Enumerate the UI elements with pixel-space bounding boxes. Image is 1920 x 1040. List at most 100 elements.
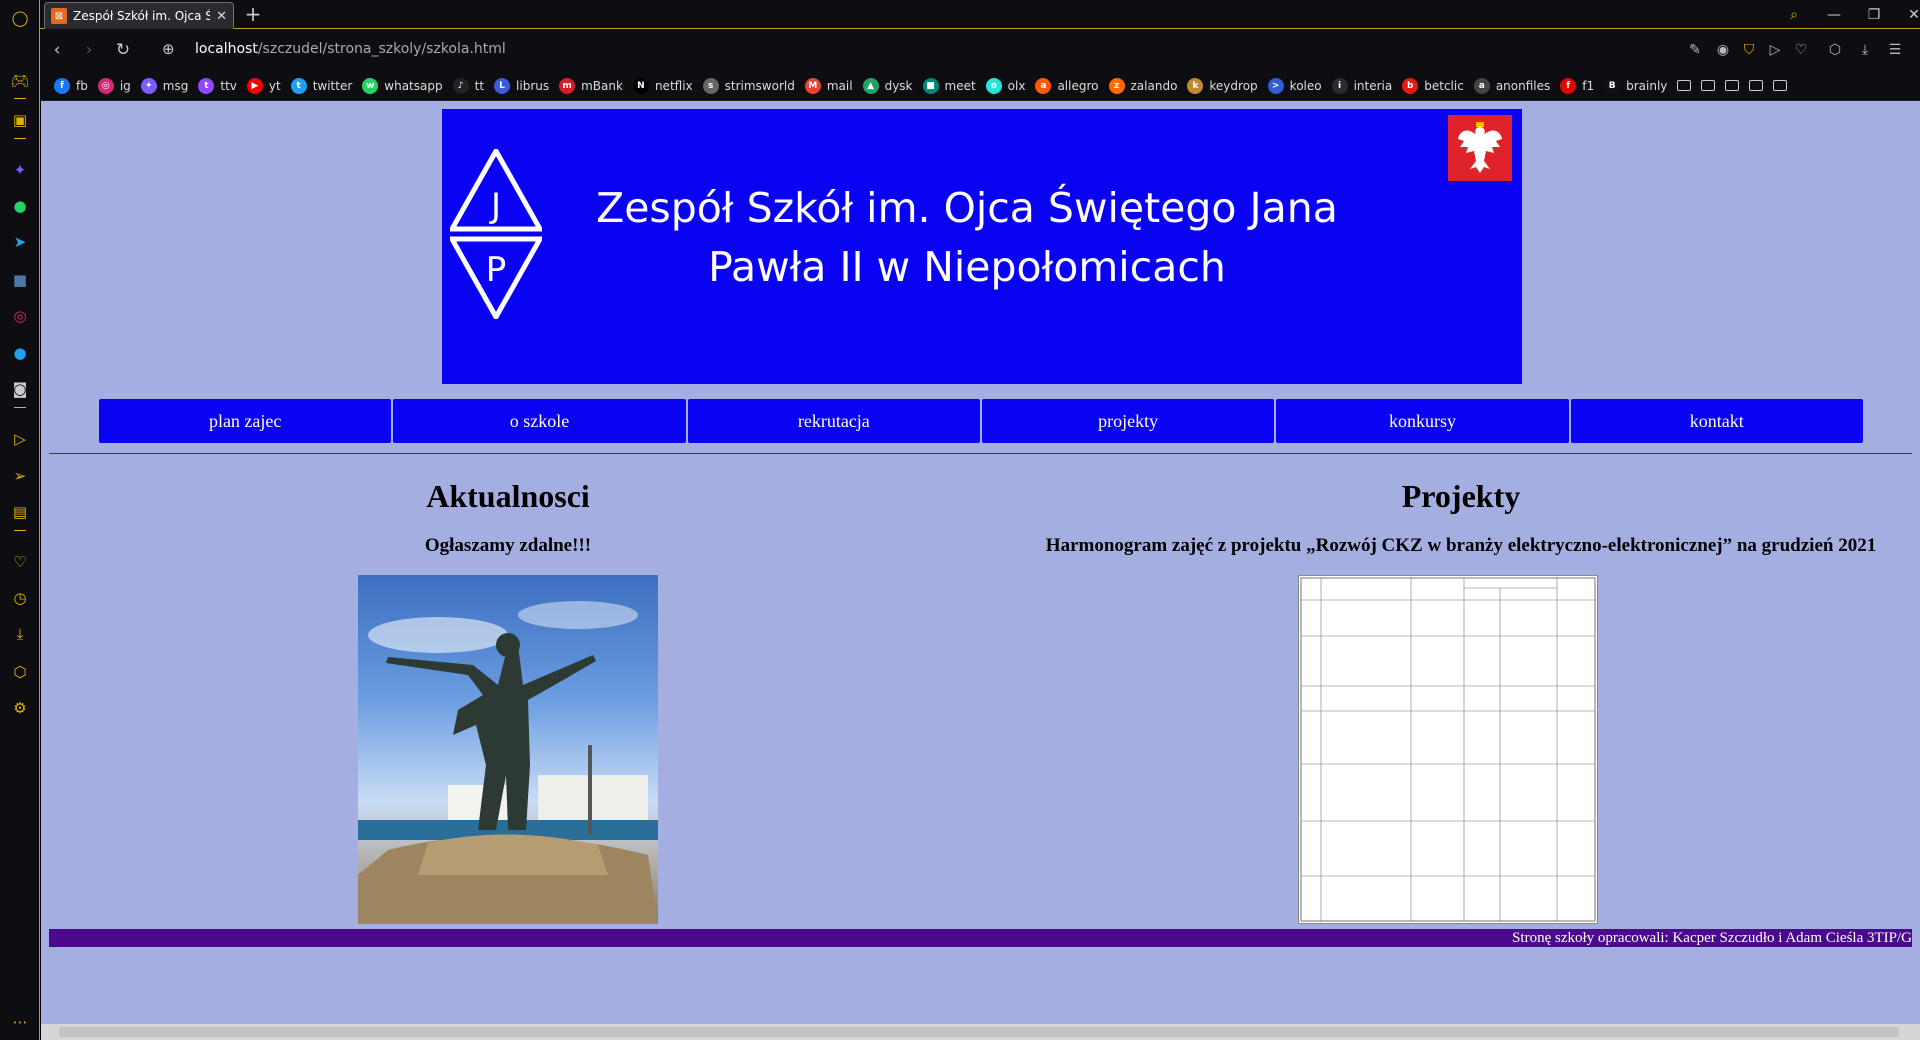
bookmark-ttv[interactable]: t ttv (198, 77, 237, 94)
bookmark-label: keydrop (1209, 78, 1258, 93)
send-icon[interactable]: ➢ (8, 464, 32, 488)
bookmark-twitter[interactable]: t twitter (290, 77, 353, 94)
bookmark-strimsworld[interactable]: s strimsworld (702, 77, 795, 94)
new-tab-button[interactable]: + (242, 3, 264, 25)
bookmark-folder-icon[interactable] (1701, 80, 1716, 91)
bookmark-label: dysk (884, 78, 913, 93)
bookmark-dysk[interactable]: ▲ dysk (862, 77, 913, 94)
msg-icon: ✦ (140, 77, 157, 94)
adblock-icon[interactable]: ⛉ (1738, 39, 1760, 61)
close-tab-icon[interactable]: ✕ (216, 9, 227, 24)
bookmark-folder-icon[interactable] (1677, 80, 1692, 91)
news-section: Aktualnosci Ogłaszamy zdalne!!! (269, 456, 747, 558)
send-to-icon[interactable]: ▷ (1764, 39, 1786, 61)
address-bar: ‹ › ↻ ⊕ localhost/szczudel/strona_szkoly… (40, 29, 1920, 71)
bookmark-msg[interactable]: ✦ msg (140, 77, 188, 94)
edit-icon[interactable]: ✎ (1684, 39, 1706, 61)
bookmark-interia[interactable]: i interia (1331, 77, 1392, 94)
strimsworld-icon: s (702, 77, 719, 94)
bookmark-koleo[interactable]: > koleo (1267, 77, 1322, 94)
bookmark-olx[interactable]: o olx (985, 77, 1025, 94)
projects-heading: Projekty (1401, 478, 1521, 514)
horizontal-scrollbar[interactable] (41, 1024, 1920, 1040)
bookmark-brainly[interactable]: Bbrainly (1604, 77, 1667, 94)
browser-sidebar: ◯ 🎮︎ ▣ ✦ ● ➤ ■ ◎ ● ◙ ▷ ➢ ▤ ♡ ◷ ⤓ ⬡ ⚙ ⋯ (0, 0, 40, 1040)
tab-active[interactable]: ⊠ Zespół Szkół im. Ojca Święt ✕ (44, 2, 234, 29)
bookmark-mail[interactable]: Mmail (804, 77, 853, 94)
extensions-icon[interactable]: ⬡ (1824, 39, 1846, 61)
bookmark-fb[interactable]: f fb (54, 77, 88, 94)
vk-icon[interactable]: ■ (8, 268, 32, 292)
ttv-icon: t (198, 77, 215, 94)
site-info-icon[interactable]: ⊕ (162, 40, 175, 58)
settings-icon[interactable]: ⚙ (8, 696, 32, 720)
minimize-button[interactable]: — (1814, 0, 1854, 29)
close-window-button[interactable]: ✕ (1894, 0, 1920, 29)
instagram-icon[interactable]: ◎ (8, 304, 32, 328)
twitter-icon[interactable]: ● (8, 341, 32, 365)
more-icon[interactable]: ⋯ (8, 1010, 32, 1034)
back-button[interactable]: ‹ (46, 39, 68, 61)
wallet-icon[interactable]: ▤ (8, 500, 32, 524)
heart-icon[interactable]: ♡ (8, 550, 32, 574)
camera-icon[interactable]: ◉ (1712, 39, 1734, 61)
bookmark-librus[interactable]: Llibrus (494, 77, 550, 94)
scrollbar-thumb[interactable] (59, 1027, 1899, 1037)
player-icon[interactable]: ▷ (8, 427, 32, 451)
bookmark-allegro[interactable]: a allegro (1035, 77, 1099, 94)
bookmark-tt[interactable]: ♪ tt (452, 77, 485, 94)
bookmark-folder-icon[interactable] (1773, 80, 1788, 91)
bookmark-whatsapp[interactable]: w whatsapp (362, 77, 443, 94)
forward-button[interactable]: › (78, 39, 100, 61)
gamepad-icon[interactable]: 🎮︎ (8, 69, 32, 93)
cube-icon[interactable]: ⬡ (8, 660, 32, 684)
bookmark-keydrop[interactable]: k keydrop (1187, 77, 1258, 94)
bookmark-label: mail (826, 78, 853, 93)
bookmark-meet[interactable]: ■ meet (922, 77, 976, 94)
menu-item-projekty[interactable]: projekty (981, 399, 1275, 443)
url-host: localhost (195, 41, 258, 57)
menu-item-plan-zajec[interactable]: plan zajec (99, 399, 392, 443)
opera-logo-icon[interactable]: ◯ (8, 6, 32, 30)
bookmark-f1[interactable]: f f1 (1560, 77, 1594, 94)
mail-icon: M (804, 77, 821, 94)
bookmark-label: whatsapp (384, 78, 443, 93)
discord-icon[interactable]: ◙ (8, 377, 32, 401)
easy-setup-icon[interactable]: ☰ (1884, 39, 1906, 61)
messenger-icon[interactable]: ✦ (8, 158, 32, 182)
maximize-button[interactable]: ❐ (1854, 0, 1894, 29)
bookmark-label: betclic (1424, 78, 1464, 93)
url-field[interactable]: localhost/szczudel/strona_szkoly/szkola.… (195, 41, 506, 57)
bookmark-zalando[interactable]: z zalando (1108, 77, 1177, 94)
bookmark-label: twitter (312, 78, 353, 93)
menu-item-rekrutacja[interactable]: rekrutacja (687, 399, 980, 443)
whatsapp-icon[interactable]: ● (8, 194, 32, 218)
bookmark-anonfiles[interactable]: a anonfiles (1473, 77, 1550, 94)
twitch-icon[interactable]: ▣ (8, 108, 32, 132)
yt-icon: ▶ (246, 77, 263, 94)
tab-title: Zespół Szkół im. Ojca Święt (73, 9, 211, 23)
bookmark-yt[interactable]: ▶ yt (246, 77, 281, 94)
site-favicon-icon: ⊠ (51, 8, 67, 24)
eagle-icon (1458, 122, 1502, 173)
bookmark-heart-icon[interactable]: ♡ (1790, 39, 1812, 61)
download-icon[interactable]: ⤓ (8, 622, 32, 646)
reload-button[interactable]: ↻ (112, 39, 134, 61)
bookmark-label: netflix (654, 78, 693, 93)
bookmark-ig[interactable]: ◎ ig (97, 77, 131, 94)
bookmark-label: librus (516, 78, 550, 93)
web-page: J P Zespół Szkół im. Ojca Świętego Jana … (41, 101, 1920, 1024)
menu-item-kontakt[interactable]: kontakt (1570, 399, 1863, 443)
bookmark-mbank[interactable]: m mBank (559, 77, 623, 94)
downloads-icon[interactable]: ⤓ (1854, 39, 1876, 61)
history-icon[interactable]: ◷ (8, 586, 32, 610)
bookmark-betclic[interactable]: b betclic (1402, 77, 1464, 94)
menu-item-konkursy[interactable]: konkursy (1276, 399, 1569, 443)
search-tabs-icon[interactable]: ⌕ (1774, 0, 1814, 29)
bookmark-folder-icon[interactable] (1749, 80, 1764, 91)
bookmark-folder-icon[interactable] (1725, 80, 1740, 91)
telegram-icon[interactable]: ➤ (8, 230, 32, 254)
bookmark-netflix[interactable]: Nnetflix (632, 77, 693, 94)
menu-item-o-szkole[interactable]: o szkole (393, 399, 686, 443)
bookmark-label: tt (474, 78, 485, 93)
